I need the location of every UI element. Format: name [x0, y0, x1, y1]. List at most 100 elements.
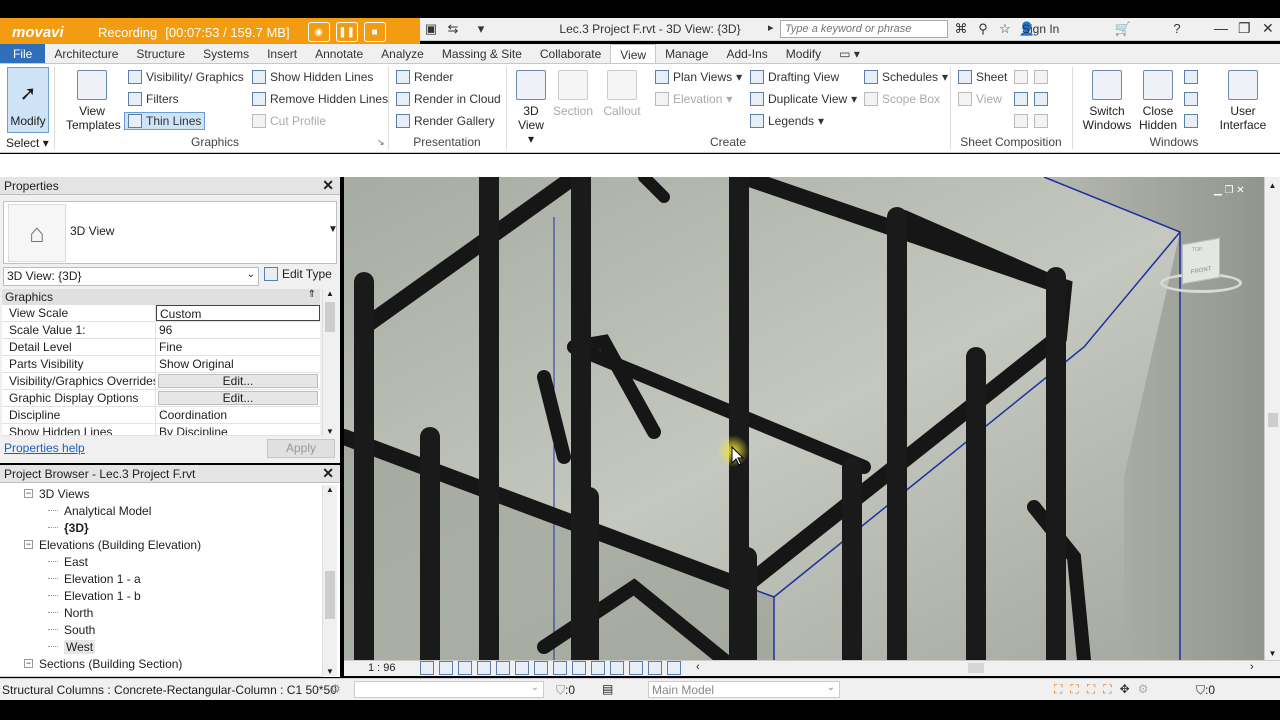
apply-button[interactable]: Apply [267, 439, 335, 458]
view-templates-button[interactable]: View Templates [66, 70, 121, 132]
sheet-button[interactable]: Sheet [958, 70, 1007, 84]
select-by-face-icon[interactable]: ⛶ [1103, 682, 1111, 697]
show-hidden-lines-value[interactable]: By Discipline [156, 424, 320, 435]
browser-tree-item[interactable]: − Sections (Building Section) [24, 655, 182, 672]
recorder-pause-button[interactable]: ❚❚ [335, 22, 358, 42]
collapse-icon[interactable]: ⇑ [308, 289, 316, 300]
search-input[interactable] [780, 20, 948, 38]
background-processes-icon[interactable]: ⚙ [1138, 682, 1149, 697]
worksharing-icon[interactable] [610, 661, 624, 675]
render-button[interactable]: Render [396, 70, 453, 84]
drag-elements-icon[interactable]: ✥ [1120, 682, 1130, 697]
hscroll-right-icon[interactable]: › [1250, 661, 1254, 673]
tab-add-ins[interactable]: Add-Ins [717, 44, 776, 64]
sync-icon[interactable]: ⇆ [444, 20, 462, 38]
view-scale-label[interactable]: 1 : 96 [368, 662, 396, 674]
graphics-group-header[interactable]: Graphics ⇑ [2, 289, 320, 305]
tab-collaborate[interactable]: Collaborate [531, 44, 610, 64]
panel-launcher-icon[interactable]: ↘ [377, 137, 385, 148]
elevation-button[interactable]: Elevation ▾ [655, 92, 732, 106]
thin-lines-button[interactable]: Thin Lines [124, 112, 206, 130]
viewport-window-controls[interactable]: ▁ ❐ ✕ [1214, 185, 1245, 196]
visual-style-icon[interactable] [439, 661, 453, 675]
user-interface-button[interactable]: User Interface [1218, 70, 1268, 132]
filters-button[interactable]: Filters [128, 92, 179, 106]
scroll-up-icon[interactable]: ▲ [1265, 181, 1280, 190]
tab-systems[interactable]: Systems [194, 44, 258, 64]
scale-value-input[interactable]: 96 [156, 322, 320, 338]
tab-view[interactable]: View [610, 44, 657, 64]
type-selector[interactable]: ⌂ 3D View ▼ [3, 201, 338, 264]
close-icon[interactable]: ✕ [1262, 20, 1274, 37]
properties-close-icon[interactable]: ✕ [322, 177, 334, 194]
help-icon[interactable]: ? [1168, 20, 1186, 38]
plan-views-button[interactable]: Plan Views ▾ [655, 70, 742, 84]
graphic-display-edit-button[interactable]: Edit... [158, 391, 318, 405]
scroll-down-icon[interactable]: ▼ [1265, 649, 1280, 658]
tree-collapse-icon[interactable]: − [24, 489, 33, 498]
sun-path-icon[interactable] [458, 661, 472, 675]
viewport-vscrollbar[interactable]: ▲ ▼ [1264, 177, 1280, 660]
hscroll-left-icon[interactable]: ‹ [696, 661, 700, 673]
temp-hide-icon[interactable] [572, 661, 586, 675]
show-crop-icon[interactable] [553, 661, 567, 675]
select-pinned-icon[interactable]: ⛶ [1087, 682, 1095, 697]
render-dialog-icon[interactable] [496, 661, 510, 675]
binoculars-icon[interactable]: ⌘ [952, 20, 970, 38]
select-links-icon[interactable]: ⛶ [1054, 682, 1062, 697]
browser-tree-item[interactable]: West [48, 638, 96, 655]
favorites-icon[interactable]: ☆ [996, 20, 1014, 38]
analytical-model-icon[interactable] [629, 661, 643, 675]
filter-icon[interactable]: ⛉ [1196, 683, 1205, 697]
title-block-icon[interactable] [1014, 70, 1028, 84]
scope-box-button[interactable]: Scope Box [864, 92, 940, 106]
tab-annotate[interactable]: Annotate [306, 44, 372, 64]
tree-collapse-icon[interactable]: − [24, 540, 33, 549]
browser-tree-item[interactable]: Analytical Model [48, 502, 151, 519]
scroll-thumb[interactable] [325, 302, 335, 332]
tab-manage[interactable]: Manage [656, 44, 717, 64]
tab-analyze[interactable]: Analyze [372, 44, 433, 64]
parts-visibility-value[interactable]: Show Original [156, 356, 320, 372]
show-hidden-lines-button[interactable]: Show Hidden Lines [252, 70, 373, 84]
vg-overrides-edit-button[interactable]: Edit... [158, 374, 318, 388]
schedules-button[interactable]: Schedules ▾ [864, 70, 948, 84]
tab-massing-site[interactable]: Massing & Site [433, 44, 531, 64]
sign-in-button[interactable]: Sign In [1022, 22, 1059, 36]
worksets-icon[interactable]: ⚙ [330, 682, 341, 696]
view-reference-icon[interactable] [1014, 114, 1028, 128]
tile-icon[interactable] [1184, 114, 1198, 128]
browser-tree-item[interactable]: −3D Views [24, 485, 89, 502]
cut-profile-button[interactable]: Cut Profile [252, 114, 326, 128]
detail-level-icon[interactable] [420, 661, 434, 675]
3d-viewport[interactable]: FRONT TOP ▁ ❐ ✕ ▲ ▼ [344, 177, 1280, 660]
scroll-up-icon[interactable]: ▲ [323, 485, 337, 494]
subscription-icon[interactable]: ⚲ [974, 20, 992, 38]
section-button[interactable]: Section [552, 70, 594, 118]
guide-grid-icon[interactable] [1014, 92, 1028, 106]
type-dropdown-icon[interactable]: ▼ [328, 224, 338, 235]
modify-button[interactable]: ➚ Modify [7, 67, 49, 133]
reveal-constraints-icon[interactable] [667, 661, 681, 675]
workset-dropdown[interactable]: ⌄ [354, 681, 544, 698]
detail-level-value[interactable]: Fine [156, 339, 320, 355]
lock-view-icon[interactable] [515, 661, 529, 675]
hscroll-thumb[interactable] [968, 663, 984, 673]
tab-modify[interactable]: Modify [777, 44, 830, 64]
render-in-cloud-button[interactable]: Render in Cloud [396, 92, 501, 106]
properties-help-link[interactable]: Properties help [4, 441, 85, 455]
switch-windows-button[interactable]: Switch Windows [1082, 70, 1132, 132]
close-hidden-button[interactable]: Close Hidden [1136, 70, 1180, 132]
matchline-icon[interactable] [1034, 92, 1048, 106]
tab-insert[interactable]: Insert [258, 44, 306, 64]
tab-architecture[interactable]: Architecture [45, 44, 127, 64]
view-scale-input[interactable]: Custom [156, 305, 320, 321]
properties-scrollbar[interactable]: ▲ ▼ [322, 289, 337, 436]
viewcube[interactable]: FRONT TOP [1160, 237, 1244, 301]
save-icon[interactable]: ▣ [422, 20, 440, 38]
place-view-button[interactable]: View [958, 92, 1002, 106]
duplicate-view-button[interactable]: Duplicate View ▾ [750, 92, 857, 106]
edit-type-button[interactable]: Edit Type [264, 267, 332, 281]
select-underlay-icon[interactable]: ⛶ [1070, 682, 1078, 697]
render-gallery-button[interactable]: Render Gallery [396, 114, 495, 128]
